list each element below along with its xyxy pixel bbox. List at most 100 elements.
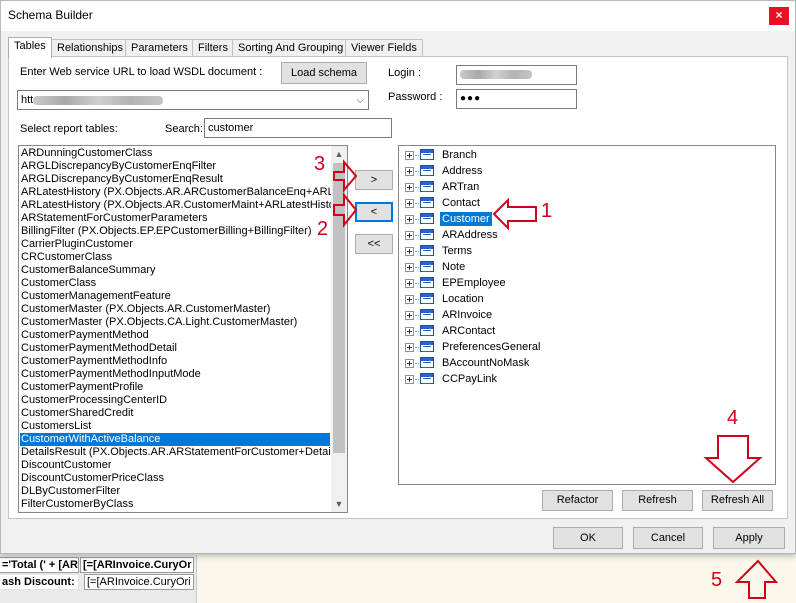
- list-item[interactable]: BillingFilter (PX.Objects.EP.EPCustomerB…: [20, 225, 311, 238]
- table-icon: [420, 181, 434, 192]
- table-icon: [420, 325, 434, 336]
- list-item[interactable]: CustomerBalanceSummary: [20, 264, 156, 277]
- list-item[interactable]: DiscountCustomerPriceClass: [20, 472, 164, 485]
- tree-connector: [415, 171, 419, 172]
- report-cell[interactable]: [=[ARInvoice.CuryOri: [84, 574, 194, 590]
- list-item[interactable]: ARDunningCustomerClass: [20, 147, 152, 160]
- close-button[interactable]: ×: [769, 7, 789, 25]
- tree-connector: [415, 155, 419, 156]
- tree-item-label: Contact: [442, 197, 480, 209]
- refresh-button[interactable]: Refresh: [622, 490, 693, 511]
- search-input[interactable]: customer: [204, 118, 392, 138]
- tab-viewer-fields[interactable]: Viewer Fields: [345, 39, 423, 57]
- list-item[interactable]: DLByCustomerFilter: [20, 485, 120, 498]
- cancel-button[interactable]: Cancel: [633, 527, 703, 549]
- list-item[interactable]: ARLatestHistory (PX.Objects.AR.ARCustome…: [20, 186, 343, 199]
- list-item[interactable]: CustomerPaymentMethodInputMode: [20, 368, 201, 381]
- list-item[interactable]: CarrierPluginCustomer: [20, 238, 133, 251]
- refactor-button[interactable]: Refactor: [542, 490, 613, 511]
- tree-connector: [415, 331, 419, 332]
- scroll-up-icon[interactable]: ▲: [331, 146, 347, 162]
- list-item[interactable]: ARGLDiscrepancyByCustomerEnqFilter: [20, 160, 216, 173]
- expand-icon[interactable]: [405, 183, 414, 192]
- tab-filters[interactable]: Filters: [192, 39, 234, 57]
- list-item[interactable]: CustomerPaymentProfile: [20, 381, 143, 394]
- list-item[interactable]: CustomerPaymentMethod: [20, 329, 149, 342]
- expand-icon[interactable]: [405, 375, 414, 384]
- remove-table-button[interactable]: <: [355, 202, 393, 222]
- list-item[interactable]: ARGLDiscrepancyByCustomerEnqResult: [20, 173, 223, 186]
- tab-relationships[interactable]: Relationships: [51, 39, 130, 57]
- annotation-number: 4: [727, 407, 739, 429]
- chevron-down-icon[interactable]: ⌵: [356, 92, 364, 109]
- list-item[interactable]: DiscountCustomer: [20, 459, 111, 472]
- annotation-number: 1: [541, 200, 553, 222]
- table-icon: [420, 165, 434, 176]
- expand-icon[interactable]: [405, 215, 414, 224]
- list-scrollbar[interactable]: ▲ ▼: [331, 146, 347, 512]
- tab-parameters[interactable]: Parameters: [125, 39, 194, 57]
- report-cells: ='Total (' + [ARI [=[ARInvoice.CuryOr as…: [0, 555, 197, 603]
- apply-button[interactable]: Apply: [713, 527, 785, 549]
- report-cell[interactable]: ash Discount:: [0, 574, 79, 590]
- expand-icon[interactable]: [405, 231, 414, 240]
- list-item[interactable]: FilterCustomerByClass: [20, 498, 133, 511]
- expand-icon[interactable]: [405, 327, 414, 336]
- list-item-selected[interactable]: CustomerWithActiveBalance: [20, 433, 330, 446]
- list-item[interactable]: CustomerPaymentMethodInfo: [20, 355, 167, 368]
- redacted-text: [33, 95, 164, 105]
- expand-icon[interactable]: [405, 295, 414, 304]
- tree-item-label: Terms: [442, 245, 472, 257]
- report-tables-listbox[interactable]: ARDunningCustomerClass ARGLDiscrepancyBy…: [18, 145, 348, 513]
- add-table-button[interactable]: >: [355, 170, 393, 190]
- login-label: Login :: [388, 67, 422, 79]
- scroll-down-icon[interactable]: ▼: [331, 496, 347, 512]
- tree-connector: [415, 299, 419, 300]
- login-field[interactable]: [456, 65, 577, 85]
- selected-tables-tree[interactable]: Branch Address ARTran Contact Customer A…: [398, 145, 776, 485]
- expand-icon[interactable]: [405, 343, 414, 352]
- list-item[interactable]: ARStatementForCustomerParameters: [20, 212, 207, 225]
- tab-sorting-and-grouping[interactable]: Sorting And Grouping: [232, 39, 350, 57]
- list-item[interactable]: CustomersList: [20, 420, 91, 433]
- tree-item-label: Customer: [440, 212, 492, 226]
- title-bar[interactable]: Schema Builder ×: [1, 1, 795, 31]
- report-canvas-area: [197, 555, 796, 603]
- expand-icon[interactable]: [405, 151, 414, 160]
- expand-icon[interactable]: [405, 199, 414, 208]
- wsdl-url-value: htt: [21, 94, 34, 106]
- list-item[interactable]: CustomerClass: [20, 277, 96, 290]
- report-cell[interactable]: ='Total (' + [ARI: [0, 557, 79, 573]
- list-item[interactable]: CustomerProcessingCenterID: [20, 394, 167, 407]
- tab-tables[interactable]: Tables: [8, 37, 52, 58]
- expand-icon[interactable]: [405, 279, 414, 288]
- load-schema-button[interactable]: Load schema: [281, 62, 367, 84]
- ok-button[interactable]: OK: [553, 527, 623, 549]
- expand-icon[interactable]: [405, 311, 414, 320]
- tree-item-label: CCPayLink: [442, 373, 498, 385]
- list-item[interactable]: CRCustomerClass: [20, 251, 112, 264]
- table-icon: [420, 373, 434, 384]
- expand-icon[interactable]: [405, 247, 414, 256]
- password-field[interactable]: ●●●: [456, 89, 577, 109]
- window-title: Schema Builder: [8, 8, 93, 22]
- list-item[interactable]: CustomerMaster (PX.Objects.CA.Light.Cust…: [20, 316, 297, 329]
- expand-icon[interactable]: [405, 359, 414, 368]
- expand-icon[interactable]: [405, 167, 414, 176]
- remove-all-tables-button[interactable]: <<: [355, 234, 393, 254]
- list-item[interactable]: CustomerSharedCredit: [20, 407, 134, 420]
- list-item[interactable]: DetailsResult (PX.Objects.AR.ARStatement…: [20, 446, 347, 459]
- refresh-all-button[interactable]: Refresh All: [702, 490, 773, 511]
- table-icon: [420, 197, 434, 208]
- list-item[interactable]: CustomerManagementFeature: [20, 290, 171, 303]
- wsdl-url-combobox[interactable]: htt ⌵: [17, 90, 369, 110]
- tree-item-label: BAccountNoMask: [442, 357, 530, 369]
- scroll-thumb[interactable]: [333, 163, 345, 453]
- expand-icon[interactable]: [405, 263, 414, 272]
- list-item[interactable]: CustomerMaster (PX.Objects.AR.CustomerMa…: [20, 303, 270, 316]
- list-item[interactable]: CustomerPaymentMethodDetail: [20, 342, 177, 355]
- report-cell[interactable]: [=[ARInvoice.CuryOr: [80, 557, 194, 573]
- redacted-text: [460, 69, 532, 79]
- list-item[interactable]: ARLatestHistory (PX.Objects.AR.CustomerM…: [20, 199, 339, 212]
- tree-connector: [415, 363, 419, 364]
